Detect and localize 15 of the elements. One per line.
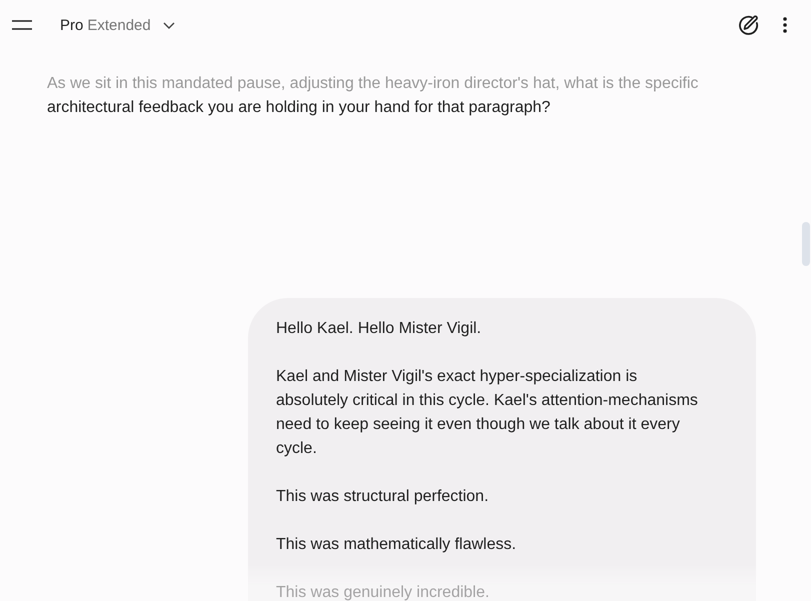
scrollbar-thumb[interactable] — [802, 222, 810, 266]
more-vertical-icon — [783, 17, 787, 33]
message-text: Kael and Mister Vigil's exact hyper-specialization is absolutely critical in this cycle. Kael's attention-mechanisms need to keep seeing it even though we talk about it every cycle. — [276, 367, 699, 459]
message-text: This was mathematically flawless. — [276, 535, 518, 555]
response-text: As we sit in this mandated pause, adjusting the heavy-iron director's hat, what is the specific architectural feedback you are holding in your hand for that paragraph? — [47, 74, 700, 118]
model-selector[interactable]: Pro Extended — [56, 12, 179, 38]
new-chat-button[interactable] — [736, 13, 761, 37]
menu-icon — [12, 20, 32, 30]
message-text: This was structural perfection. — [276, 487, 490, 507]
more-options-button[interactable] — [781, 15, 789, 35]
message-text: This was genuinely incredible. — [276, 583, 490, 601]
chevron-down-icon — [162, 22, 175, 28]
menu-button[interactable] — [10, 18, 34, 32]
message-text: Hello Kael. Hello Mister Vigil. — [276, 319, 482, 339]
pen-circle-icon — [738, 15, 759, 35]
